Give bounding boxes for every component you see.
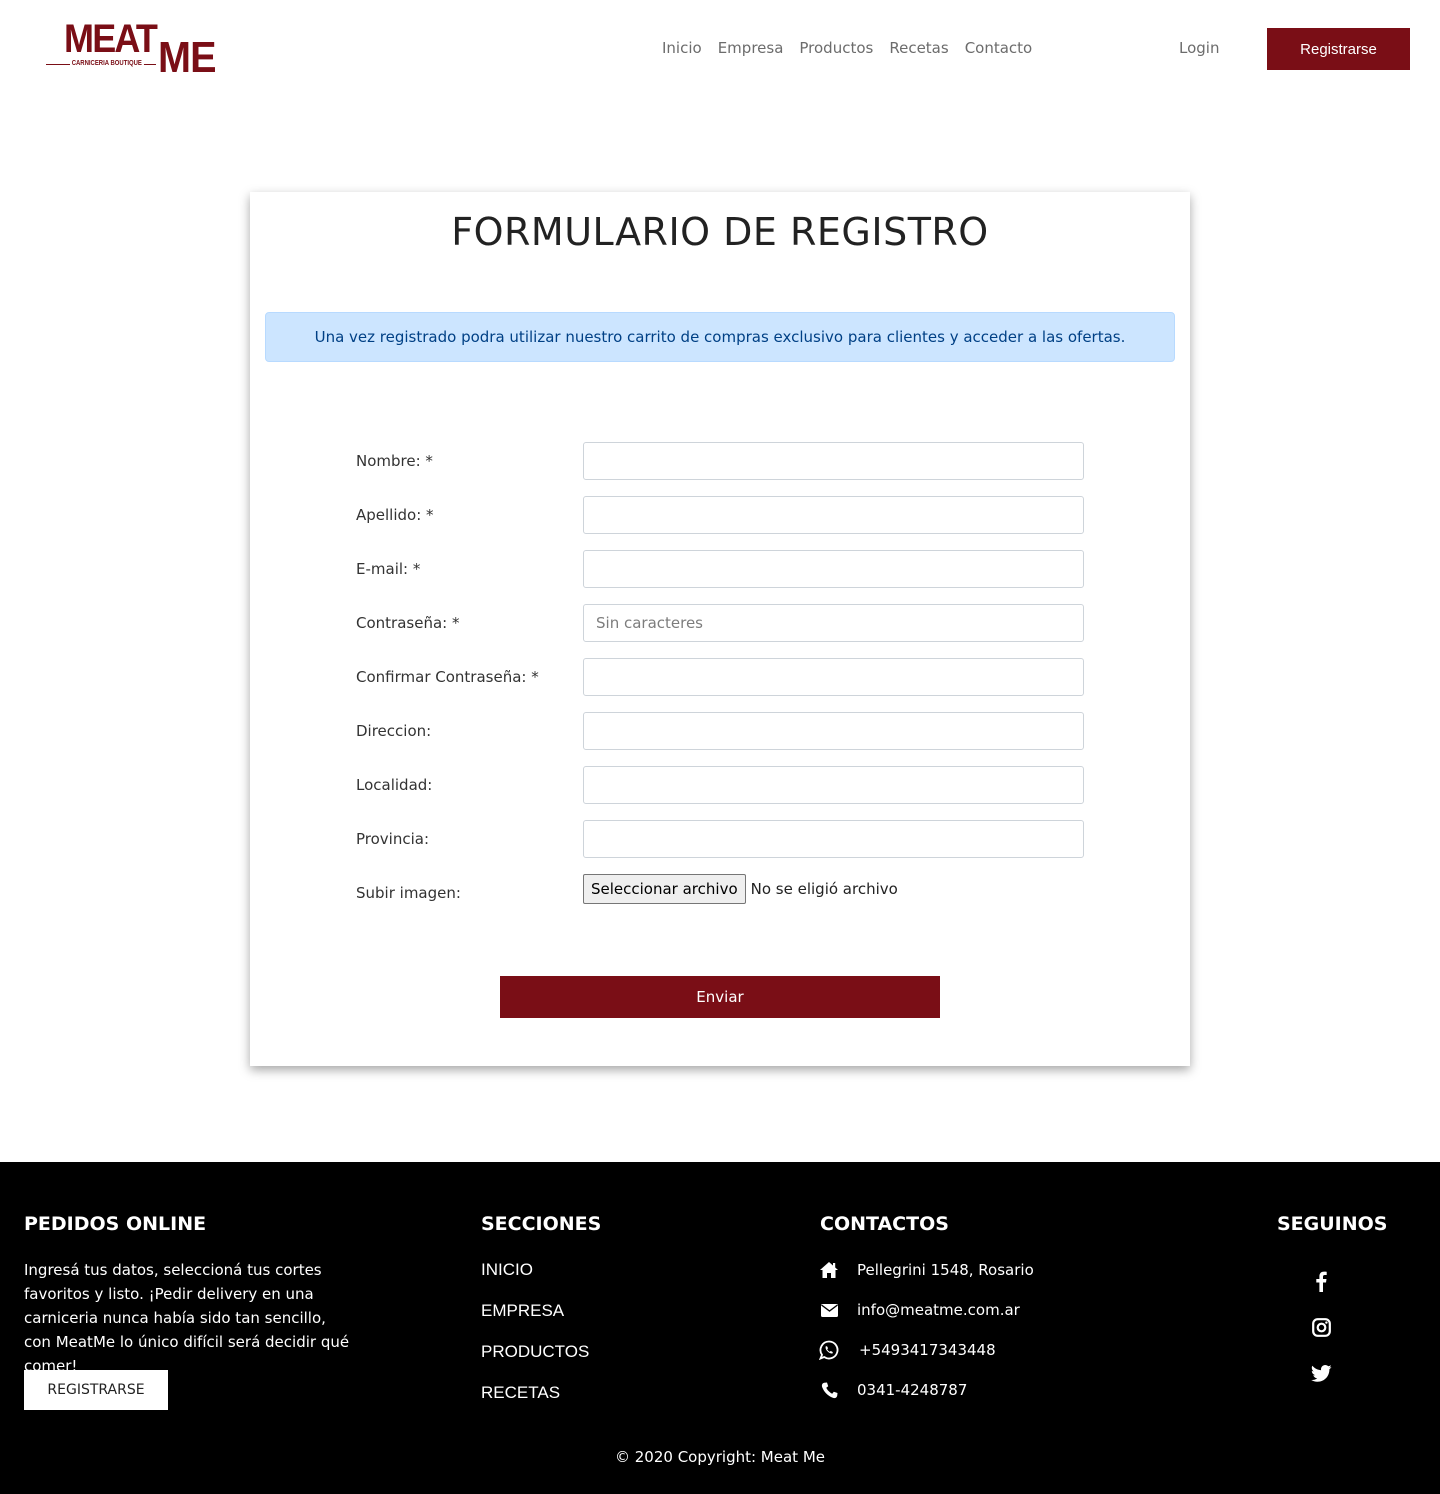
form-row-localidad: Localidad:: [356, 766, 1084, 804]
footer-heading-contacts: CONTACTOS: [820, 1213, 949, 1235]
footer-orders-text: Ingresá tus datos, seleccioná tus cortes…: [24, 1261, 350, 1375]
copyright-text: © 2020 Copyright: Meat Me: [614, 1448, 825, 1466]
upload-label: Subir imagen:: [356, 884, 461, 902]
form-row-provincia: Provincia:: [356, 820, 1084, 858]
localidad-label: Localidad:: [356, 776, 433, 794]
form-row-password: Contraseña: *: [356, 604, 1084, 642]
footer-link-recetas[interactable]: RECETAS: [481, 1381, 589, 1422]
footer-link-empresa[interactable]: EMPRESA: [481, 1299, 589, 1340]
nav-link-empresa[interactable]: Empresa: [718, 38, 784, 58]
navbar: MEAT CARNICERIA BOUTIQUE ME Inicio Empre…: [0, 0, 1440, 96]
nav-link-contacto[interactable]: Contacto: [965, 38, 1033, 58]
direccion-input[interactable]: [583, 712, 1084, 750]
footer-register-button[interactable]: REGISTRARSE: [24, 1370, 168, 1410]
registration-card: FORMULARIO DE REGISTRO Una vez registrad…: [250, 192, 1190, 1066]
footer-heading-social: SEGUINOS: [1277, 1213, 1388, 1235]
main-nav: Inicio Empresa Productos Recetas Contact…: [662, 38, 1032, 58]
contact-whatsapp-text: +5493417343448: [859, 1341, 996, 1359]
provincia-label: Provincia:: [356, 830, 430, 848]
direccion-label: Direccion:: [356, 722, 432, 740]
confirm-password-input[interactable]: [583, 658, 1084, 696]
instagram-icon[interactable]: [1309, 1315, 1333, 1339]
submit-button[interactable]: Enviar: [500, 976, 940, 1018]
contact-email[interactable]: info@meatme.com.ar: [819, 1298, 1079, 1322]
form-row-apellido: Apellido: *: [356, 496, 1084, 534]
apellido-label: Apellido: *: [356, 506, 434, 524]
envelope-icon: [819, 1300, 839, 1320]
form-row-upload: Subir imagen: Seleccionar archivo No se …: [356, 874, 1084, 912]
email-input[interactable]: [583, 550, 1084, 588]
page-title: FORMULARIO DE REGISTRO: [451, 210, 989, 254]
register-button[interactable]: Registrarse: [1267, 28, 1410, 70]
footer-sections-list: INICIO EMPRESA PRODUCTOS RECETAS: [481, 1258, 589, 1422]
twitter-icon[interactable]: [1309, 1361, 1333, 1385]
localidad-input[interactable]: [583, 766, 1084, 804]
footer: PEDIDOS ONLINE Ingresá tus datos, selecc…: [0, 1162, 1440, 1494]
footer-heading-sections: SECCIONES: [481, 1213, 602, 1235]
nav-link-productos[interactable]: Productos: [799, 38, 873, 58]
brand-logo[interactable]: MEAT CARNICERIA BOUTIQUE ME: [44, 17, 217, 80]
nombre-label: Nombre: *: [356, 452, 433, 470]
contact-phone[interactable]: 0341-4248787: [819, 1378, 1079, 1402]
form-row-email: E-mail: *: [356, 550, 1084, 588]
contact-phone-text: 0341-4248787: [857, 1381, 968, 1399]
footer-heading-orders: PEDIDOS ONLINE: [24, 1213, 207, 1235]
file-picker: Seleccionar archivo No se eligió archivo: [583, 874, 898, 904]
confirm-password-label: Confirmar Contraseña: *: [356, 668, 539, 686]
whatsapp-icon: [819, 1340, 839, 1360]
footer-link-productos[interactable]: PRODUCTOS: [481, 1340, 589, 1381]
logo-word-me: ME: [158, 33, 217, 82]
info-alert: Una vez registrado podra utilizar nuestr…: [265, 312, 1175, 362]
login-link[interactable]: Login: [1179, 38, 1219, 58]
form-row-nombre: Nombre: *: [356, 442, 1084, 480]
form-row-confirm-password: Confirmar Contraseña: *: [356, 658, 1084, 696]
nav-link-recetas[interactable]: Recetas: [889, 38, 948, 58]
password-label: Contraseña: *: [356, 614, 460, 632]
home-icon: [819, 1260, 839, 1280]
contact-email-text: info@meatme.com.ar: [857, 1301, 1020, 1319]
logo-tagline: CARNICERIA BOUTIQUE: [70, 59, 144, 69]
nav-link-inicio[interactable]: Inicio: [662, 38, 702, 58]
password-input[interactable]: [583, 604, 1084, 642]
provincia-input[interactable]: [583, 820, 1084, 858]
logo-word-meat: MEAT: [64, 17, 158, 61]
facebook-icon[interactable]: [1309, 1269, 1333, 1293]
contact-whatsapp[interactable]: +5493417343448: [819, 1338, 1079, 1362]
apellido-input[interactable]: [583, 496, 1084, 534]
contact-address-text: Pellegrini 1548, Rosario: [857, 1261, 1034, 1279]
phone-icon: [819, 1380, 839, 1400]
file-status-text: No se eligió archivo: [750, 880, 898, 898]
nombre-input[interactable]: [583, 442, 1084, 480]
footer-link-inicio[interactable]: INICIO: [481, 1258, 589, 1299]
choose-file-button[interactable]: Seleccionar archivo: [583, 874, 746, 904]
form-row-direccion: Direccion:: [356, 712, 1084, 750]
email-label: E-mail: *: [356, 560, 421, 578]
contact-address: Pellegrini 1548, Rosario: [819, 1258, 1079, 1282]
